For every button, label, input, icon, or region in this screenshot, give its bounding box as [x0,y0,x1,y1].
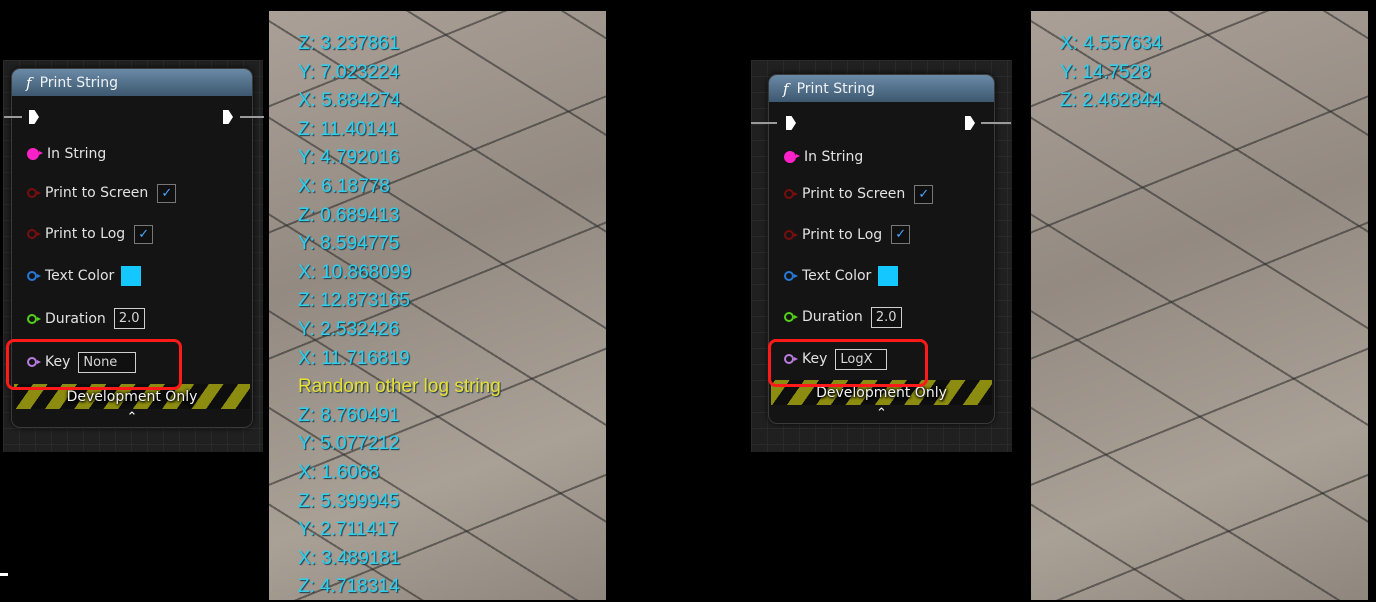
log-line: Y: 7.023224 [298,61,400,83]
duration-input[interactable]: 2.0 [870,306,902,328]
right-print-string-node[interactable]: f Print String In String Print to Screen… [751,74,1011,424]
log-line: Z: 2.462844 [1060,90,1162,112]
log-line: Z: 3.237861 [298,33,400,54]
pin-label: Key [45,354,71,370]
pin-duration[interactable]: Duration 2.0 [769,296,994,338]
pin-text-color[interactable]: Text Color [769,255,994,296]
log-line: Random other log string [298,376,501,398]
name-pin-icon[interactable] [784,354,798,364]
log-line: Y: 5.077212 [298,433,400,455]
corner-mark [0,573,8,576]
exec-out-pin[interactable] [223,110,233,124]
bool-pin-icon[interactable] [27,229,41,239]
pin-in-string[interactable]: In String [12,134,252,173]
pin-print-to-log[interactable]: Print to Log ✓ [769,214,994,255]
exec-in-pin[interactable] [786,116,796,130]
exec-in-pin[interactable] [29,110,39,124]
log-line: Z: 4.718314 [298,576,400,598]
development-only-banner: Development Only [14,384,250,409]
node-title: Print String [796,80,875,97]
left-print-string-node[interactable]: f Print String In String Print to Screen… [4,68,264,428]
log-line: Z: 11.40141 [298,118,399,140]
node-header: f Print String [12,69,252,96]
string-pin-icon[interactable] [27,147,43,160]
exec-row [751,102,1011,144]
float-pin-icon[interactable] [784,312,798,322]
left-screen-log: Z: 3.237861 Y: 7.023224 X: 5.884274 Z: 11.4… [298,30,501,600]
bool-pin-icon[interactable] [784,189,798,199]
pin-label: Print to Screen [802,186,906,202]
function-icon: f [783,79,789,98]
string-pin-icon[interactable] [784,151,800,163]
pin-label: Duration [45,310,106,327]
log-line: Y: 2.532426 [298,318,400,340]
pin-label: Duration [802,309,863,325]
pin-duration[interactable]: Duration 2.0 [12,297,252,340]
pin-key[interactable]: Key None [12,340,252,384]
log-line: Y: 14.7528 [1060,61,1151,83]
node-title: Print String [39,74,118,91]
exec-in-wire [4,116,22,118]
pin-text-color[interactable]: Text Color [12,255,252,297]
node-header: f Print String [769,75,994,102]
pin-label: Print to Log [802,226,883,243]
pin-in-string[interactable]: In String [769,140,994,174]
pin-label: In String [804,149,864,165]
pin-label: Text Color [45,268,115,284]
bool-pin-icon[interactable] [784,229,798,240]
text-color-swatch[interactable] [121,266,142,286]
development-only-banner: Development Only [771,380,992,405]
log-line: Y: 4.792016 [298,147,400,169]
log-line: Z: 0.689413 [298,204,400,226]
exec-out-wire [240,116,264,118]
pin-label: In String [47,145,107,162]
key-input[interactable]: None [78,351,137,373]
log-line: Y: 2.711417 [298,519,399,541]
pin-label: Print to Log [45,226,126,242]
print-to-log-checkbox[interactable]: ✓ [134,224,154,244]
log-line: X: 6.18778 [298,175,390,197]
collapse-chevron-icon[interactable]: ⌃ [769,405,994,423]
linear-color-pin-icon[interactable] [27,271,41,281]
pin-label: Text Color [802,267,872,284]
right-screen-log: X: 4.557634 Y: 14.7528 Z: 2.462844 [1060,30,1162,116]
function-icon: f [26,73,32,92]
log-line: Z: 8.760491 [298,404,400,426]
exec-in-wire [751,122,777,124]
linear-color-pin-icon[interactable] [784,270,798,281]
key-input[interactable]: LogX [835,348,888,370]
exec-out-pin[interactable] [965,116,975,130]
right-game-viewport: X: 4.557634 Y: 14.7528 Z: 2.462844 [1031,11,1368,600]
left-game-viewport: Z: 3.237861 Y: 7.023224 X: 5.884274 Z: 11.4… [269,11,606,600]
log-line: Z: 5.399945 [298,490,400,512]
pin-print-to-log[interactable]: Print to Log ✓ [12,213,252,255]
exec-out-wire [981,122,1011,124]
log-line: X: 1.6068 [298,461,380,483]
pin-key[interactable]: Key LogX [769,338,994,380]
float-pin-icon[interactable] [27,313,41,324]
pin-label: Print to Screen [45,185,149,201]
log-line: X: 5.884274 [298,90,401,112]
text-color-swatch[interactable] [878,265,899,286]
log-line: X: 11.716819 [298,347,410,369]
print-to-log-checkbox[interactable]: ✓ [891,225,911,244]
collapse-chevron-icon[interactable]: ⌃ [12,409,252,427]
pin-label: Key [802,351,828,367]
development-only-label: Development Only [66,388,198,405]
duration-input[interactable]: 2.0 [113,308,145,329]
development-only-label: Development Only [816,384,947,401]
pin-print-to-screen[interactable]: Print to Screen ✓ [769,174,994,214]
log-line: X: 4.557634 [1060,33,1163,54]
print-to-screen-checkbox[interactable]: ✓ [914,184,934,204]
print-to-screen-checkbox[interactable]: ✓ [157,183,177,203]
log-line: Z: 12.873165 [298,290,410,312]
log-line: X: 3.489181 [298,547,401,569]
pin-print-to-screen[interactable]: Print to Screen ✓ [12,173,252,213]
log-line: X: 10.868099 [298,261,412,283]
bool-pin-icon[interactable] [27,188,41,198]
name-pin-icon[interactable] [27,357,41,367]
log-line: Y: 8.594775 [298,233,400,255]
